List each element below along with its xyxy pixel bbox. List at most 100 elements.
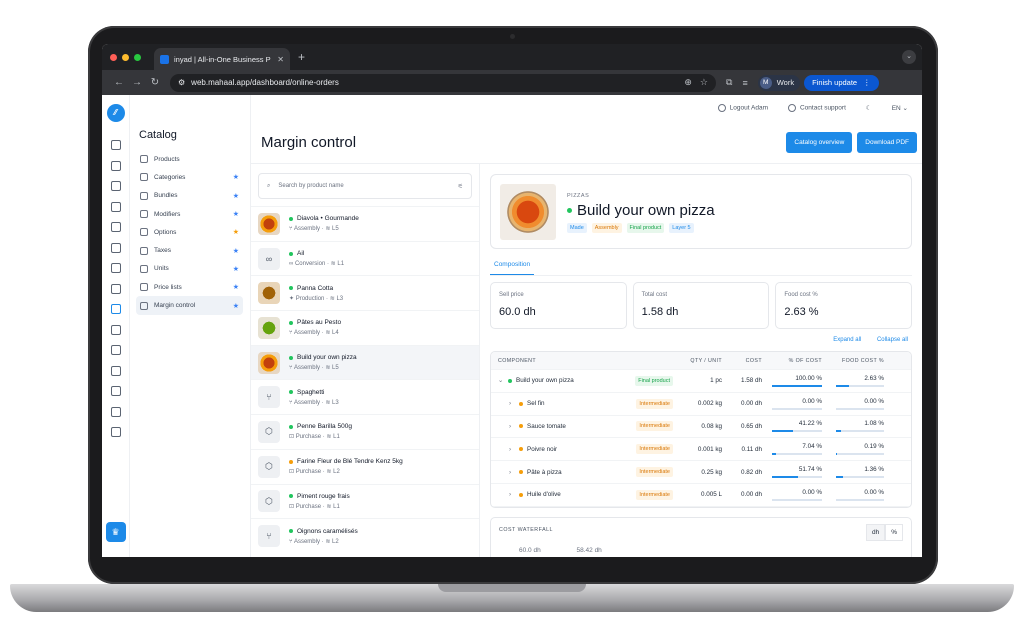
online-icon[interactable] [110,222,121,232]
pin-icon[interactable]: ★ [233,302,239,310]
media-icon[interactable]: ≡ [742,78,747,88]
close-tab-icon[interactable]: ✕ [277,55,284,64]
table-row[interactable]: ⌄ Build your own pizza Final product 1 p… [491,370,911,393]
component-qty: 0.001 kg [697,445,722,453]
inventory-icon[interactable] [110,283,121,294]
chevron-right-icon[interactable]: › [509,423,519,430]
new-tab-button[interactable]: + [298,50,305,64]
sidebar-item-bundles[interactable]: Bundles ★ [136,187,243,205]
pin-icon[interactable]: ★ [233,265,239,273]
app-logo[interactable]: ⁄⁄ [106,104,125,122]
chevron-right-icon[interactable]: › [509,400,519,407]
table-row[interactable]: › Poivre noir Intermediate 0.001 kg 0.11… [491,438,911,462]
logout-link[interactable]: Logout Adam [717,104,768,112]
language-select[interactable]: EN ⌄ [892,104,908,112]
pin-icon[interactable]: ★ [233,247,239,255]
catalog-icon[interactable] [110,304,121,314]
chevron-right-icon[interactable]: › [509,446,519,453]
install-app-icon[interactable]: ⊕ [684,77,692,88]
tab-search-button[interactable]: ⌄ [902,50,916,64]
sidebar-item-options[interactable]: Options ★ [136,223,243,241]
chevron-down-icon[interactable]: ⌄ [498,377,508,384]
stat-total-cost: Total cost 1.58 dh [632,282,770,329]
collapse-all-link[interactable]: Collapse all [877,337,908,343]
pct-cost-bar [772,498,822,501]
pin-icon[interactable]: ★ [233,173,239,181]
more-menu-icon[interactable]: ⋮ [863,78,871,87]
close-window-button[interactable] [110,53,117,61]
reload-icon[interactable]: ↻ [146,77,164,88]
address-bar[interactable]: ⚙ web.mahaal.app/dashboard/online-orders… [170,73,716,92]
bookmark-star-icon[interactable]: ☆ [700,77,708,88]
support-label: Contact support [799,104,846,112]
pin-icon[interactable]: ★ [233,192,239,200]
premium-crown-button[interactable]: ♛ [105,522,126,542]
theme-toggle-icon[interactable]: ☾ [866,104,872,112]
sidebar-item-margin-control[interactable]: Margin control ★ [136,296,243,315]
forward-icon[interactable]: → [128,77,146,88]
expand-all-link[interactable]: Expand all [833,337,861,343]
list-item[interactable]: ⬡ Piment rouge frais ⊡ Purchase · ≋ L1 [251,483,479,519]
delivery-icon[interactable] [110,406,121,417]
orders-icon[interactable] [110,201,121,212]
component-badge: Final product [635,375,673,386]
pos-icon[interactable] [110,181,121,191]
product-name-text: Penne Barilla 500g [297,423,352,431]
component-cost: 0.00 dh [740,491,762,499]
contact-support-link[interactable]: Contact support [787,104,846,112]
dashboard-icon[interactable] [110,160,121,171]
table-row[interactable]: › Pâte à pizza Intermediate 0.25 kg 0.82… [491,461,911,484]
product-name: Farine Fleur de Blé Tendre Kenz 5kg [289,458,403,465]
back-icon[interactable]: ← [110,77,128,88]
filter-icon[interactable]: ⚟ [458,183,463,190]
sidebar-item-label: Categories [154,173,186,181]
reports-icon[interactable] [110,263,121,273]
settings-icon[interactable] [110,427,121,437]
browser-tab[interactable]: inyad | All-in-One Business P ✕ [154,48,290,70]
table-row[interactable]: › Sel fin Intermediate 0.002 kg 0.00 dh … [491,393,911,416]
browser-toolbar: ← → ↻ ⚙ web.mahaal.app/dashboard/online-… [102,70,922,95]
sidebar-item-products[interactable]: Products [136,150,243,168]
sidebar-item-taxes[interactable]: Taxes ★ [136,241,243,259]
toggle-dh[interactable]: dh [865,523,886,541]
list-item[interactable]: ⑂ Oignons caramélisés ⑂ Assembly · ≋ L2 [251,518,479,553]
toggle-percent[interactable]: % [885,523,903,541]
minimize-window-button[interactable] [122,53,129,61]
pin-icon[interactable]: ★ [233,283,239,291]
pin-icon[interactable]: ★ [233,228,239,236]
list-item[interactable]: ⬡ Penne Barilla 500g ⊡ Purchase · ≋ L1 [251,414,479,449]
type-icon: ⊡ [289,434,295,441]
chevron-right-icon[interactable]: › [509,491,519,498]
invoices-icon[interactable] [110,242,121,253]
search-input[interactable]: ⌕ Search by product name ⚟ [258,173,472,199]
sidebar-item-price-lists[interactable]: Price lists ★ [136,278,243,296]
wallet-icon[interactable] [110,386,121,396]
table-row[interactable]: › Huile d'olive Intermediate 0.005 L 0.0… [491,484,911,507]
sidebar-item-units[interactable]: Units ★ [136,260,243,278]
table-row[interactable]: › Sauce tomate Intermediate 0.08 kg 0.65… [491,416,911,439]
finish-update-button[interactable]: Finish update ⋮ [804,74,879,91]
list-item[interactable]: Build your own pizza ⑂ Assembly · ≋ L5 [251,344,479,380]
maximize-window-button[interactable] [134,53,141,61]
list-item[interactable]: Diavola • Gourmande ⑂ Assembly · ≋ L5 [251,206,479,241]
extensions-icon[interactable]: ⧉ [726,77,732,88]
tab-composition[interactable]: Composition [490,256,535,275]
site-info-icon[interactable]: ⚙ [178,78,185,87]
list-item[interactable]: Panna Cotta ✦ Production · ≋ L3 [251,275,479,310]
home-icon[interactable] [110,140,121,150]
list-item[interactable]: ∞ Ail ∞ Conversion · ≋ L1 [251,240,479,276]
catalog-overview-button[interactable]: Catalog overview [786,131,853,153]
list-item[interactable]: ⬡ Farine Fleur de Blé Tendre Kenz 5kg ⊡ … [251,448,479,484]
calendar-icon[interactable] [110,345,121,355]
download-pdf-button[interactable]: Download PDF [857,131,917,153]
finish-update-label: Finish update [812,78,858,87]
chevron-right-icon[interactable]: › [509,469,519,476]
list-item[interactable]: Pâtes au Pesto ⑂ Assembly · ≋ L4 [251,310,479,345]
sidebar-item-categories[interactable]: Categories ★ [136,168,243,186]
profile-button[interactable]: M Work [757,74,801,91]
users-icon[interactable] [110,365,121,376]
stock-icon[interactable] [110,324,121,335]
sidebar-item-modifiers[interactable]: Modifiers ★ [136,205,243,223]
pin-icon[interactable]: ★ [233,210,239,218]
list-item[interactable]: ⑂ Spaghetti ⑂ Assembly · ≋ L3 [251,379,479,414]
